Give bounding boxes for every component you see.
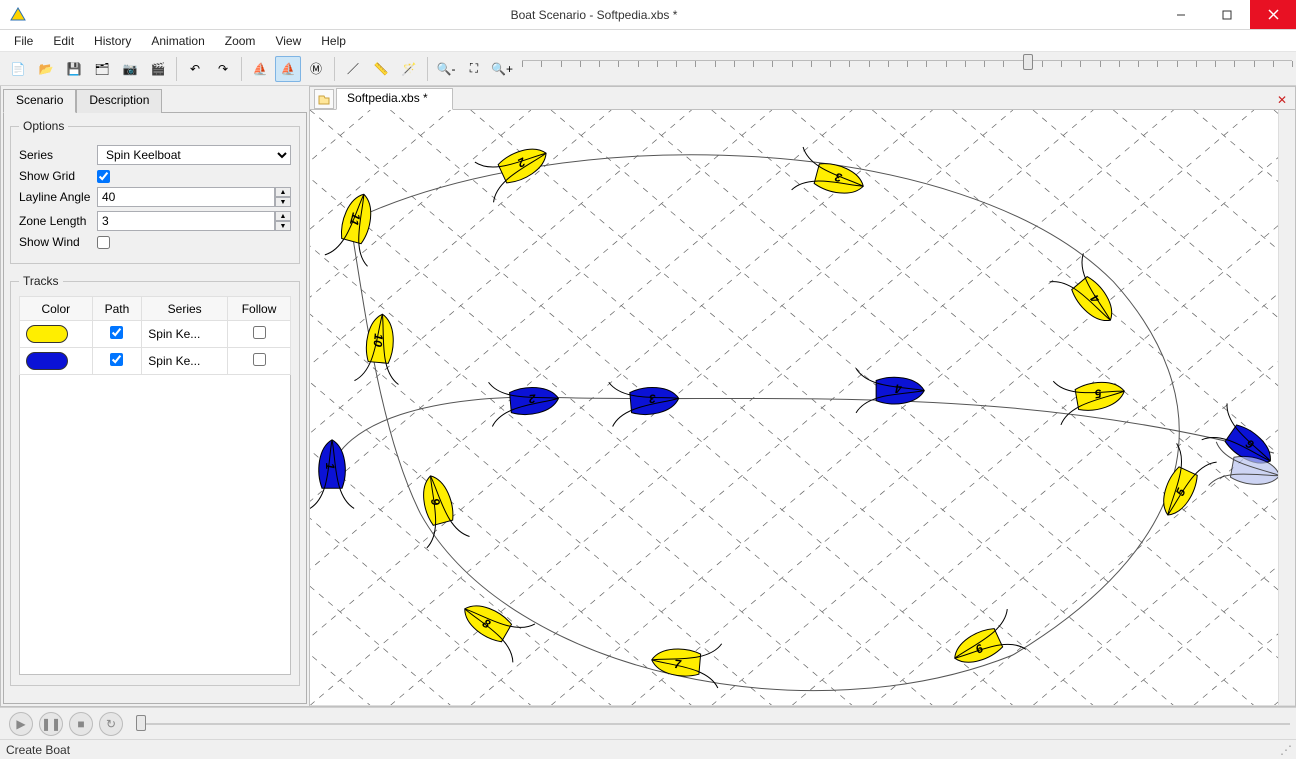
undo-icon[interactable]: ↶ <box>182 56 208 82</box>
zone-down-icon[interactable]: ▼ <box>275 221 291 231</box>
maximize-button[interactable] <box>1204 0 1250 29</box>
close-document-icon[interactable]: ✕ <box>1273 91 1291 109</box>
side-panel: ScenarioDescription Options Series Spin … <box>0 86 310 707</box>
show-grid-label: Show Grid <box>19 169 97 183</box>
menu-zoom[interactable]: Zoom <box>217 32 264 50</box>
scenario-panel: Options Series Spin Keelboat Show Grid L… <box>3 112 307 704</box>
layline-down-icon[interactable]: ▼ <box>275 197 291 207</box>
timeline-handle-icon[interactable] <box>136 715 146 731</box>
follow-checkbox[interactable] <box>253 353 266 366</box>
svg-text:10: 10 <box>371 333 386 348</box>
measure-icon[interactable]: 📏 <box>368 56 394 82</box>
layline-angle-input[interactable] <box>97 187 275 207</box>
pause-button[interactable]: ❚❚ <box>39 712 63 736</box>
series-label: Series <box>19 148 97 162</box>
show-wind-checkbox[interactable] <box>97 236 110 249</box>
resize-grip-icon[interactable]: ⋰ <box>1280 743 1290 757</box>
minimize-button[interactable] <box>1158 0 1204 29</box>
zone-up-icon[interactable]: ▲ <box>275 211 291 221</box>
document-tabs: Softpedia.xbs * ✕ <box>310 87 1295 110</box>
options-legend: Options <box>19 119 68 133</box>
tracks-header[interactable]: Series <box>142 297 228 321</box>
add-mark-icon[interactable]: Ⓜ <box>303 56 329 82</box>
horizontal-scrollbar[interactable] <box>310 705 1295 706</box>
series-select[interactable]: Spin Keelboat <box>97 145 291 165</box>
canvas-area: Softpedia.xbs * ✕ 234556789101112346 <box>310 86 1296 707</box>
tracks-empty-area <box>19 375 291 675</box>
app-icon <box>6 3 30 27</box>
tab-scenario[interactable]: Scenario <box>3 89 76 113</box>
color-swatch[interactable] <box>26 325 68 343</box>
tab-description[interactable]: Description <box>76 89 162 113</box>
svg-text:1: 1 <box>323 463 337 470</box>
playback-bar: ▶ ❚❚ ■ ↻ <box>0 707 1296 739</box>
fit-zoom-icon[interactable]: ⛶ <box>461 56 487 82</box>
tracks-header[interactable]: Follow <box>228 297 291 321</box>
vertical-scrollbar[interactable] <box>1278 110 1295 705</box>
timeline-slider[interactable] <box>136 719 1290 729</box>
tracks-table: ColorPathSeriesFollow Spin Ke...Spin Ke.… <box>19 296 291 375</box>
follow-checkbox[interactable] <box>253 326 266 339</box>
table-row[interactable]: Spin Ke... <box>20 321 291 348</box>
play-button[interactable]: ▶ <box>9 712 33 736</box>
scenario-canvas[interactable]: 234556789101112346 <box>310 110 1278 705</box>
tracks-header[interactable]: Path <box>92 297 142 321</box>
save-as-icon[interactable]: 🗂 <box>89 56 115 82</box>
create-boat-icon[interactable]: ⛵ <box>275 56 301 82</box>
tracks-legend: Tracks <box>19 274 63 288</box>
redo-icon[interactable]: ↷ <box>210 56 236 82</box>
options-group: Options Series Spin Keelboat Show Grid L… <box>10 119 300 264</box>
camera-icon[interactable]: 📷 <box>117 56 143 82</box>
tracks-group: Tracks ColorPathSeriesFollow Spin Ke...S… <box>10 274 300 686</box>
stop-button[interactable]: ■ <box>69 712 93 736</box>
menu-history[interactable]: History <box>86 32 139 50</box>
close-button[interactable] <box>1250 0 1296 29</box>
menu-edit[interactable]: Edit <box>45 32 82 50</box>
movie-icon[interactable]: 🎬 <box>145 56 171 82</box>
show-grid-checkbox[interactable] <box>97 170 110 183</box>
series-cell: Spin Ke... <box>142 321 228 348</box>
zoom-out-icon[interactable]: 🔍- <box>433 56 459 82</box>
zone-length-input[interactable] <box>97 211 275 231</box>
zoom-in-icon[interactable]: 🔍+ <box>489 56 515 82</box>
status-text: Create Boat <box>6 743 70 757</box>
new-file-icon[interactable]: 📄 <box>5 56 31 82</box>
zoom-slider[interactable] <box>522 60 1292 78</box>
series-cell: Spin Ke... <box>142 348 228 375</box>
document-tab[interactable]: Softpedia.xbs * <box>336 88 453 110</box>
zoom-handle-icon[interactable] <box>1023 54 1033 70</box>
zone-length-label: Zone Length <box>19 214 97 228</box>
loop-button[interactable]: ↻ <box>99 712 123 736</box>
open-file-icon[interactable]: 📂 <box>33 56 59 82</box>
save-icon[interactable]: 💾 <box>61 56 87 82</box>
show-wind-label: Show Wind <box>19 235 97 249</box>
path-checkbox[interactable] <box>110 353 123 366</box>
wand-icon[interactable]: 🪄 <box>396 56 422 82</box>
menu-file[interactable]: File <box>6 32 41 50</box>
menu-help[interactable]: Help <box>313 32 354 50</box>
window-title: Boat Scenario - Softpedia.xbs * <box>30 8 1158 22</box>
layline-angle-label: Layline Angle <box>19 190 97 204</box>
toolbar: 📄📂💾🗂📷🎬↶↷⛵⛵Ⓜ／📏🪄🔍-⛶🔍+ <box>0 52 1296 86</box>
tracks-header[interactable]: Color <box>20 297 93 321</box>
open-document-icon[interactable] <box>314 89 334 109</box>
svg-text:2: 2 <box>528 391 537 406</box>
document-tab-label: Softpedia.xbs * <box>347 91 428 105</box>
add-boat-icon[interactable]: ⛵ <box>247 56 273 82</box>
table-row[interactable]: Spin Ke... <box>20 348 291 375</box>
draw-line-icon[interactable]: ／ <box>340 56 366 82</box>
menu-animation[interactable]: Animation <box>143 32 212 50</box>
status-bar: Create Boat ⋰ <box>0 739 1296 759</box>
menu-view[interactable]: View <box>267 32 309 50</box>
path-checkbox[interactable] <box>110 326 123 339</box>
titlebar: Boat Scenario - Softpedia.xbs * <box>0 0 1296 30</box>
svg-text:4: 4 <box>895 382 903 396</box>
menubar: FileEditHistoryAnimation ZoomViewHelp <box>0 30 1296 52</box>
color-swatch[interactable] <box>26 352 68 370</box>
layline-up-icon[interactable]: ▲ <box>275 187 291 197</box>
